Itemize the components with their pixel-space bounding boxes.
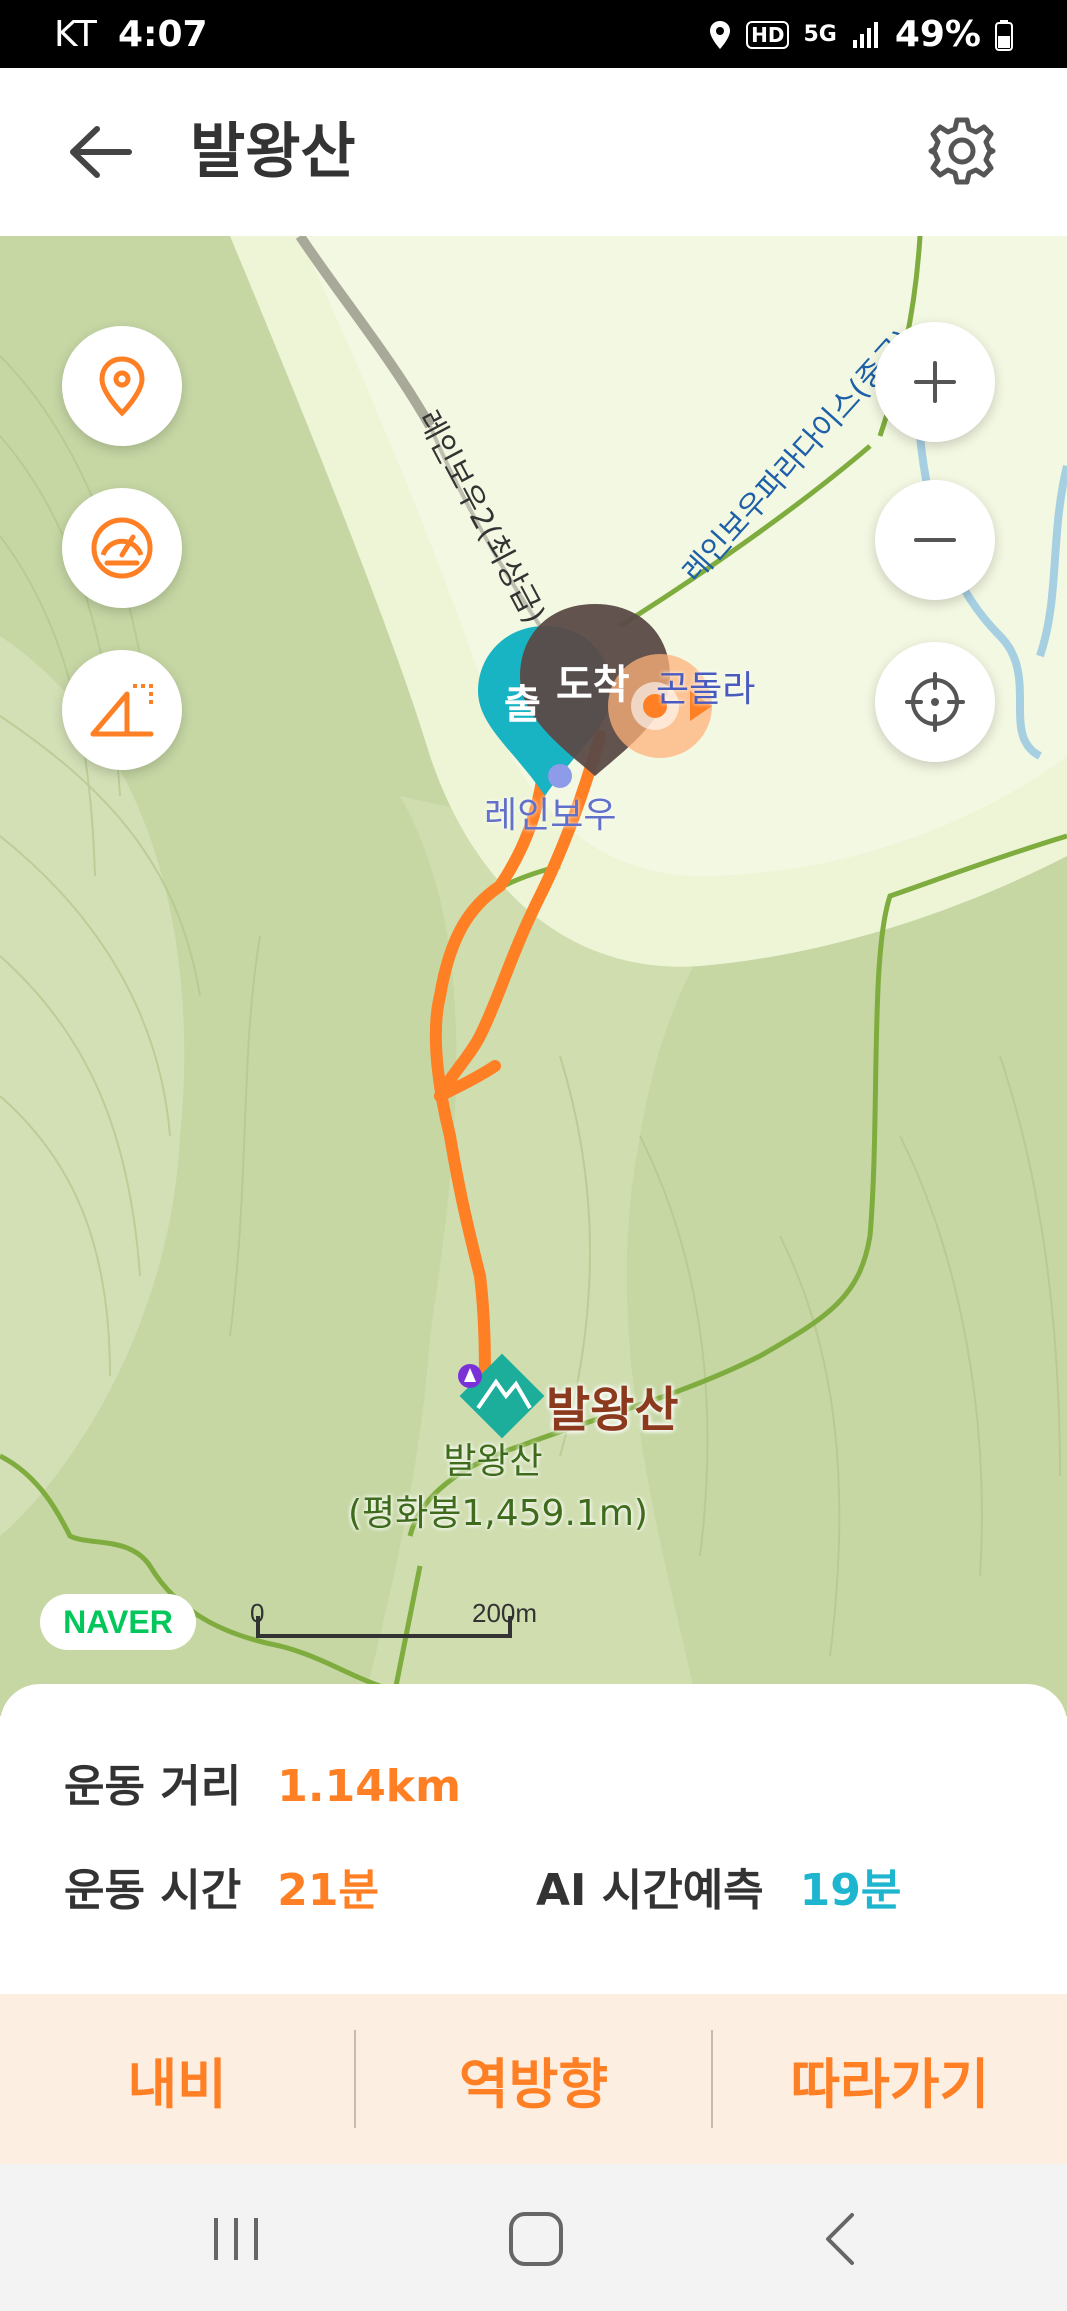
arrow-left-icon (70, 126, 132, 178)
map-view[interactable]: 레인보우2(최상급) 레인보우파라다이스(중급) 도착 출 곤돌라 레인보우 발… (0, 236, 1067, 1716)
recenter-button[interactable] (875, 642, 995, 762)
network-icon: 5G (803, 22, 837, 47)
ai-time-label: AI 시간예측 (536, 1865, 764, 1916)
stats-panel: 운동 거리 1.14km 운동 시간 21분 AI 시간예측 19분 (0, 1684, 1067, 1994)
zoom-in-button[interactable] (875, 322, 995, 442)
crosshair-icon (905, 672, 965, 732)
zoom-out-icon (914, 538, 956, 542)
time-label: 운동 시간 (64, 1865, 242, 1916)
end-marker-label: 도착 (556, 662, 630, 708)
app-header: 발왕산 (0, 68, 1067, 236)
action-bar: 내비 역방향 따라가기 (0, 1994, 1067, 2164)
slope-icon (90, 684, 154, 737)
start-marker-label: 출 (504, 682, 541, 728)
zoom-out-button[interactable] (875, 480, 995, 600)
system-nav-bar (0, 2164, 1067, 2311)
carrier-label: KT (54, 14, 97, 55)
peak-name: 발왕산 (평화봉1,459.1m) (348, 1432, 648, 1536)
time-value: 21분 (277, 1865, 379, 1916)
battery-icon (995, 19, 1013, 51)
location-status-icon (710, 20, 731, 49)
time-row: 운동 시간 21분 (64, 1854, 379, 1918)
recent-apps-icon (214, 2218, 258, 2260)
ai-time-value: 19분 (799, 1865, 902, 1916)
naver-logo: NAVER (40, 1594, 196, 1650)
scale-end-label: 200m (472, 1598, 538, 1628)
status-time: 4:07 (118, 14, 208, 55)
summit-label: 발왕산 (546, 1382, 679, 1438)
distance-row: 운동 거리 1.14km (64, 1750, 461, 1814)
chevron-left-icon (826, 2213, 854, 2265)
gear-icon (928, 117, 996, 185)
back-nav-button[interactable] (800, 2204, 880, 2274)
ai-time-row: AI 시간예측 19분 (536, 1854, 901, 1918)
location-pin-icon (99, 356, 145, 417)
zoom-in-icon (914, 361, 956, 403)
speed-button[interactable] (62, 488, 182, 608)
home-icon (509, 2212, 563, 2266)
slope-button[interactable] (62, 650, 182, 770)
navi-button[interactable]: 내비 (0, 1994, 354, 2164)
signal-icon (852, 21, 878, 48)
peak-name-text: 발왕산 (443, 1441, 543, 1482)
distance-value: 1.14km (277, 1761, 461, 1812)
status-icons: HD 5G 49% (708, 14, 1013, 55)
station-label: 레인보우 (484, 795, 617, 836)
scale-start-label: 0 (250, 1598, 265, 1628)
home-button[interactable] (496, 2204, 576, 2274)
battery-percent: 49% (894, 14, 981, 55)
settings-button[interactable] (917, 106, 1007, 196)
my-location-button[interactable] (62, 326, 182, 446)
back-button[interactable] (60, 112, 140, 192)
distance-label: 운동 거리 (64, 1761, 242, 1812)
gondola-label: 곤돌라 (656, 669, 756, 710)
follow-button[interactable]: 따라가기 (713, 1994, 1067, 2164)
speedometer-icon (91, 517, 153, 579)
page-title: 발왕산 (190, 117, 356, 187)
reverse-button[interactable]: 역방향 (356, 1994, 710, 2164)
recent-apps-button[interactable] (196, 2204, 276, 2274)
status-bar: KT 4:07 HD 5G 49% (0, 0, 1067, 68)
hd-icon: HD (746, 20, 790, 49)
peak-detail-text: (평화봉1,459.1m) (348, 1493, 648, 1534)
